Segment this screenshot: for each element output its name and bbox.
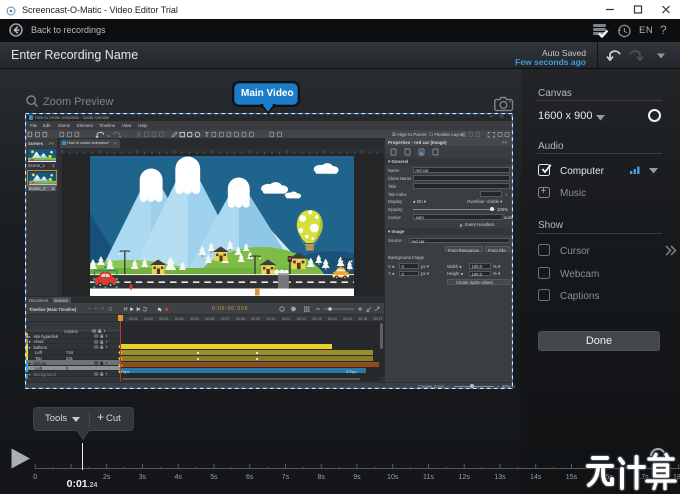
svg-text:3s: 3s (139, 474, 147, 481)
svg-text:14s: 14s (530, 474, 542, 481)
svg-text:13s: 13s (494, 474, 506, 481)
svg-text:9s: 9s (353, 474, 361, 481)
svg-text:5s: 5s (210, 474, 218, 481)
svg-text:8s: 8s (317, 474, 325, 481)
svg-text:11s: 11s (423, 474, 434, 481)
svg-text:4s: 4s (174, 474, 182, 481)
svg-text:0: 0 (33, 474, 37, 481)
svg-text:7s: 7s (282, 474, 290, 481)
svg-text:6s: 6s (246, 474, 254, 481)
svg-text:12s: 12s (459, 474, 471, 481)
svg-text:10s: 10s (387, 474, 399, 481)
